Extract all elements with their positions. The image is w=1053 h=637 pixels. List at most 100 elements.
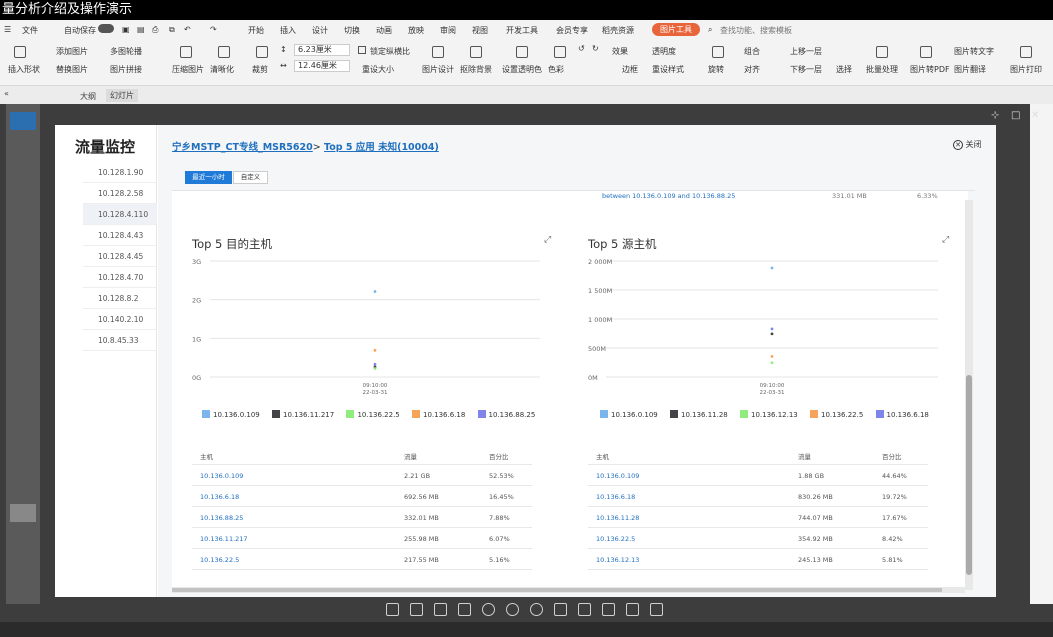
replace-picture-button[interactable]: 替换图片 xyxy=(56,64,88,75)
tab-review[interactable]: 审阅 xyxy=(440,25,456,36)
send-backward-button[interactable]: 下移一层 xyxy=(790,64,822,75)
tab-slides[interactable]: 幻灯片 xyxy=(106,89,138,102)
pin-icon[interactable]: ⊹ xyxy=(991,110,999,121)
rotate-left-icon[interactable]: ↺ xyxy=(578,44,585,53)
host-link[interactable]: 10.136.88.25 xyxy=(200,514,243,522)
print-icon[interactable] xyxy=(650,603,663,616)
maximize-icon[interactable]: □ xyxy=(1011,110,1020,121)
add-picture-button[interactable]: 添加图片 xyxy=(56,46,88,57)
rotate-button[interactable]: 旋转 xyxy=(708,64,724,75)
sidebar-item-ip[interactable]: 10.128.8.2 xyxy=(83,288,157,309)
bring-forward-button[interactable]: 上移一层 xyxy=(790,46,822,57)
effect-button[interactable]: 效果 xyxy=(612,46,628,57)
share-icon[interactable] xyxy=(626,603,639,616)
multi-picture-button[interactable]: 多图轮播 xyxy=(110,46,142,57)
print-picture-button[interactable]: 图片打印 xyxy=(1010,64,1042,75)
tab-developer[interactable]: 开发工具 xyxy=(506,25,538,36)
tab-custom[interactable]: 自定义 xyxy=(233,171,268,184)
breadcrumb-app[interactable]: Top 5 应用 未知(10004) xyxy=(324,142,439,153)
transparency-button[interactable]: 透明度 xyxy=(652,46,676,57)
print-icon[interactable]: ⎙ xyxy=(152,25,158,35)
tab-insert[interactable]: 插入 xyxy=(280,25,296,36)
expand-icon[interactable]: ⤢ xyxy=(942,235,949,245)
search-input[interactable]: 查找功能、搜索模板 xyxy=(720,25,792,36)
sidebar-item-ip[interactable]: 10.128.2.58 xyxy=(83,183,157,204)
align-button[interactable]: 对齐 xyxy=(744,64,760,75)
legend-item[interactable]: 10.136.12.13 xyxy=(740,410,798,419)
rotate-right-icon[interactable]: ↻ xyxy=(592,44,599,53)
lock-ratio-checkbox[interactable] xyxy=(358,46,366,54)
legend-item[interactable]: 10.136.0.109 xyxy=(202,410,260,419)
scrollbar-thumb[interactable] xyxy=(966,375,972,575)
ocr-icon[interactable] xyxy=(410,603,423,616)
fit-window-icon[interactable] xyxy=(386,603,399,616)
undo-icon[interactable]: ↶ xyxy=(184,25,191,34)
host-link[interactable]: 10.136.12.13 xyxy=(596,556,639,564)
gallery-icon[interactable] xyxy=(578,603,591,616)
translate-button[interactable]: 图片翻译 xyxy=(954,64,986,75)
remove-bg-button[interactable]: 抠除背景 xyxy=(460,64,492,75)
preview-icon[interactable]: ⧉ xyxy=(169,25,175,35)
scrollbar-thumb[interactable] xyxy=(172,588,942,592)
tab-view[interactable]: 视图 xyxy=(472,25,488,36)
legend-item[interactable]: 10.136.6.18 xyxy=(412,410,465,419)
tab-transition[interactable]: 切换 xyxy=(344,25,360,36)
tab-outline[interactable]: 大纲 xyxy=(80,91,96,102)
host-link[interactable]: 10.136.11.28 xyxy=(596,514,639,522)
compare-icon[interactable] xyxy=(602,603,615,616)
horizontal-scrollbar[interactable] xyxy=(172,587,965,593)
to-text-button[interactable]: 图片转文字 xyxy=(954,46,994,57)
legend-item[interactable]: 10.136.6.18 xyxy=(875,410,929,419)
tab-picture-tools[interactable]: 图片工具 xyxy=(652,23,700,36)
reset-size-button[interactable]: 重设大小 xyxy=(362,64,394,75)
breadcrumb-device[interactable]: 宁乡MSTP_CT专线_MSR5620 xyxy=(172,142,313,153)
sidebar-item-ip[interactable]: 10.128.4.43 xyxy=(83,225,157,246)
sidebar-item-ip[interactable]: 10.140.2.10 xyxy=(83,309,157,330)
zoom-out-icon[interactable] xyxy=(506,603,519,616)
host-link[interactable]: 10.136.22.5 xyxy=(596,535,635,543)
sidebar-item-ip[interactable]: 10.128.4.45 xyxy=(83,246,157,267)
border-button[interactable]: 边框 xyxy=(622,64,638,75)
tab-slideshow[interactable]: 放映 xyxy=(408,25,424,36)
combine-button[interactable]: 组合 xyxy=(744,46,760,57)
height-input[interactable]: 6.23厘米 xyxy=(294,44,350,56)
picture-design-button[interactable]: 图片设计 xyxy=(422,64,454,75)
menu-icon[interactable]: ☰ xyxy=(4,25,11,34)
to-pdf-button[interactable]: 图片转PDF xyxy=(910,64,950,75)
select-button[interactable]: 选择 xyxy=(836,64,852,75)
ruler-icon[interactable] xyxy=(458,603,471,616)
legend-item[interactable]: 10.136.0.109 xyxy=(600,410,658,419)
sidebar-item-ip[interactable]: 10.128.4.70 xyxy=(83,267,157,288)
save-icon[interactable]: ▣ xyxy=(122,25,130,34)
host-link[interactable]: 10.136.11.217 xyxy=(200,535,248,543)
host-link[interactable]: 10.136.6.18 xyxy=(200,493,239,501)
export-icon[interactable]: ▤ xyxy=(137,25,145,34)
batch-button[interactable]: 批量处理 xyxy=(866,64,898,75)
edit-icon[interactable] xyxy=(554,603,567,616)
zoom-in-icon[interactable] xyxy=(482,603,495,616)
legend-item[interactable]: 10.136.11.217 xyxy=(272,410,334,419)
host-link[interactable]: 10.136.0.109 xyxy=(200,472,243,480)
tab-docer[interactable]: 稻壳资源 xyxy=(602,25,634,36)
sidebar-item-ip-selected[interactable]: 10.128.4.110 xyxy=(83,204,157,225)
collapse-icon[interactable]: « xyxy=(4,89,9,98)
slide-thumbnail[interactable] xyxy=(10,504,36,522)
redo-icon[interactable]: ↷ xyxy=(210,25,217,34)
legend-item[interactable]: 10.136.22.5 xyxy=(810,410,863,419)
tab-design[interactable]: 设计 xyxy=(312,25,328,36)
vertical-scrollbar[interactable] xyxy=(965,200,973,590)
width-input[interactable]: 12.46厘米 xyxy=(294,60,350,72)
compress-button[interactable]: 压缩图片 xyxy=(172,64,204,75)
close-button[interactable]: ✕ 关闭 xyxy=(953,139,982,150)
rotate-icon[interactable] xyxy=(530,603,543,616)
color-button[interactable]: 色彩 xyxy=(548,64,564,75)
menu-file[interactable]: 文件 xyxy=(22,25,38,36)
picture-collage-button[interactable]: 图片拼接 xyxy=(110,64,142,75)
sidebar-item-ip[interactable]: 10.8.45.33 xyxy=(83,330,157,351)
clarity-button[interactable]: 清晰化 xyxy=(210,64,234,75)
tab-last-hour[interactable]: 最近一小时 xyxy=(185,171,232,184)
close-window-icon[interactable]: ✕ xyxy=(1031,110,1039,121)
crop-button[interactable]: 裁剪 xyxy=(252,64,268,75)
crop-icon[interactable] xyxy=(434,603,447,616)
legend-item[interactable]: 10.136.88.25 xyxy=(477,410,535,419)
